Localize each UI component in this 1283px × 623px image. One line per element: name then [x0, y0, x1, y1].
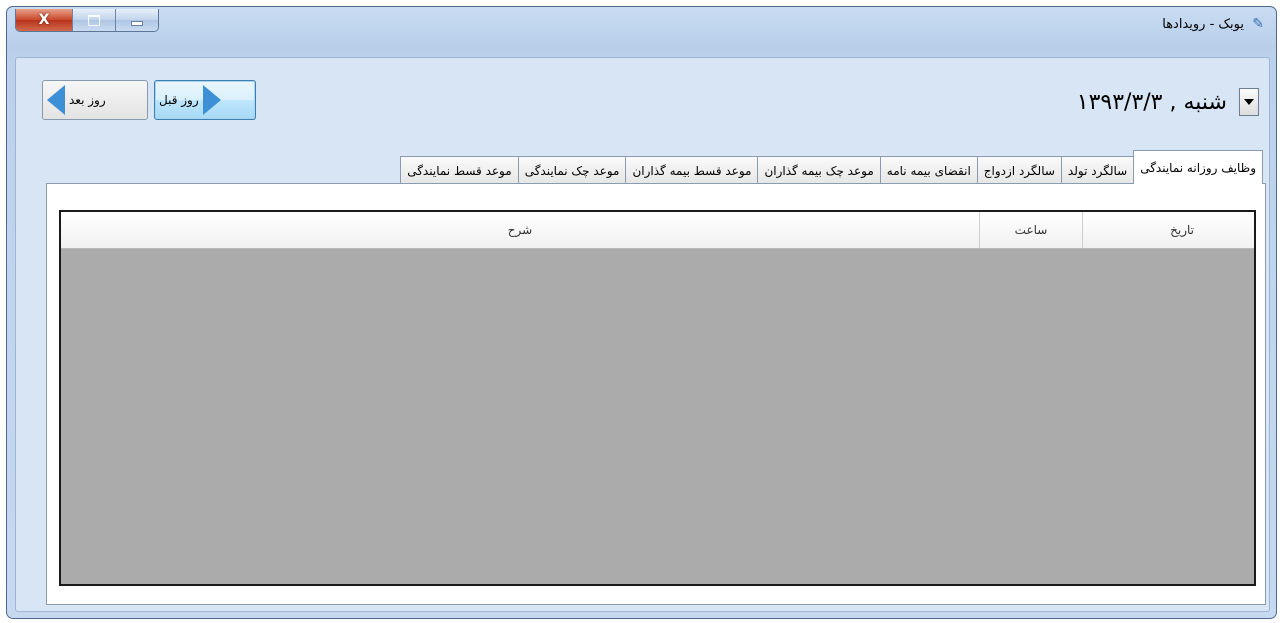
column-header-date[interactable]: تاریخ: [1082, 212, 1254, 248]
maximize-icon: [88, 14, 100, 26]
main-window: X ✎ یوبک - رویدادها روز بعد روز قبل شنبه…: [6, 6, 1277, 619]
tab-agency-installment-due[interactable]: موعد قسط نمایندگی: [400, 156, 519, 184]
previous-day-label: روز قبل: [159, 93, 199, 107]
arrow-right-icon: [202, 85, 221, 115]
arrow-left-icon: [47, 85, 65, 115]
tab-insured-installment-due[interactable]: موعد قسط بیمه گذاران: [625, 156, 759, 184]
previous-day-button[interactable]: روز قبل: [154, 80, 256, 120]
minimize-icon: [131, 20, 143, 26]
tab-daily-agency-tasks[interactable]: وظایف روزانه نمایندگی: [1133, 150, 1263, 184]
current-date: شنبه , ۱۳۹۳/۳/۳: [1076, 89, 1227, 115]
tab-insured-check-due[interactable]: موعد چک بیمه گذاران: [757, 156, 881, 184]
column-header-description[interactable]: شرح: [61, 212, 979, 248]
close-button[interactable]: X: [16, 9, 72, 31]
column-header-time[interactable]: ساعت: [979, 212, 1082, 248]
tab-strip: وظایف روزانه نمایندگی سالگرد تولد سالگرد…: [400, 150, 1263, 184]
tab-policy-expiry[interactable]: انقضای بیمه نامه: [879, 156, 978, 184]
next-day-label: روز بعد: [69, 93, 106, 107]
client-area: روز بعد روز قبل شنبه , ۱۳۹۳/۳/۳ وظایف رو…: [15, 57, 1270, 612]
window-title: یوبک - رویدادها: [1162, 16, 1244, 32]
tab-birthday[interactable]: سالگرد تولد: [1060, 156, 1135, 184]
chevron-down-icon: [1244, 99, 1254, 105]
close-icon: X: [38, 12, 50, 28]
grid-header: تاریخ ساعت شرح: [61, 212, 1254, 249]
date-dropdown-button[interactable]: [1239, 88, 1259, 116]
tab-agency-check-due[interactable]: موعد چک نمایندگی: [517, 156, 627, 184]
minimize-button[interactable]: [115, 9, 158, 31]
app-logo-icon: ✎: [1252, 16, 1264, 32]
tab-wedding-anniversary[interactable]: سالگرد ازدواج: [976, 156, 1062, 184]
date-selector[interactable]: شنبه , ۱۳۹۳/۳/۳: [1077, 88, 1259, 116]
maximize-button[interactable]: [72, 9, 115, 31]
caption-buttons: X: [15, 9, 159, 32]
next-day-button[interactable]: روز بعد: [42, 80, 148, 120]
tab-panel: تاریخ ساعت شرح: [46, 183, 1266, 605]
title-bar[interactable]: X ✎ یوبک - رویدادها: [7, 7, 1276, 51]
window-title-area: ✎ یوبک - رویدادها: [1162, 16, 1264, 32]
events-grid[interactable]: تاریخ ساعت شرح: [59, 210, 1256, 586]
